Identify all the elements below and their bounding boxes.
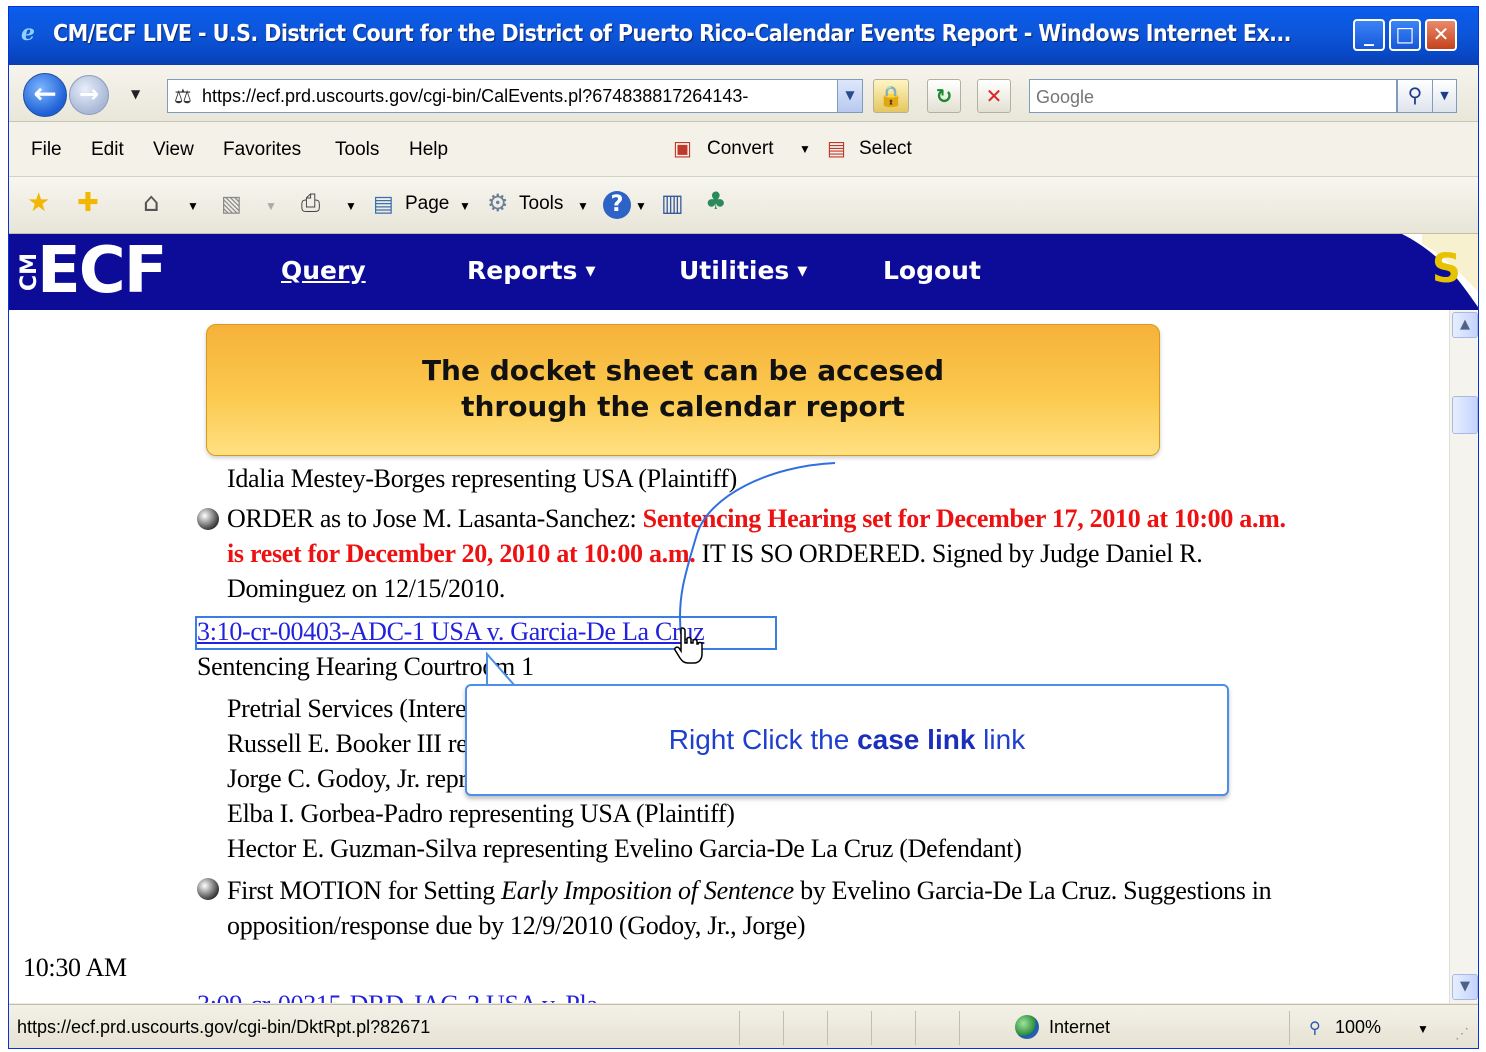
action-callout: Right Click the case link link bbox=[465, 684, 1229, 796]
forward-button[interactable]: → bbox=[69, 75, 109, 115]
url-dropdown-icon[interactable]: ▼ bbox=[837, 80, 862, 112]
security-zone: Internet bbox=[1049, 1017, 1111, 1037]
status-separator bbox=[739, 1011, 740, 1045]
action-suffix: link bbox=[975, 724, 1026, 755]
status-separator bbox=[783, 1011, 784, 1045]
ie-logo-icon: e bbox=[21, 20, 35, 46]
menu-help[interactable]: Help bbox=[409, 139, 448, 161]
lock-icon[interactable]: 🔒 bbox=[873, 79, 909, 113]
search-input[interactable] bbox=[1034, 81, 1368, 113]
page-menu[interactable]: Page bbox=[405, 193, 449, 215]
back-button[interactable]: ← bbox=[23, 73, 67, 117]
status-separator bbox=[915, 1011, 916, 1045]
print-dropdown-icon[interactable]: ▼ bbox=[345, 199, 357, 213]
search-box[interactable] bbox=[1029, 79, 1397, 113]
scales-favicon-icon: ⚖ bbox=[174, 84, 192, 108]
menu-view[interactable]: View bbox=[153, 139, 194, 161]
feeds-dropdown-icon[interactable]: ▼ bbox=[265, 199, 277, 213]
add-favorites-icon[interactable]: ✚ bbox=[77, 190, 99, 216]
action-prefix: Right Click the bbox=[668, 724, 858, 755]
menu-favorites[interactable]: Favorites bbox=[223, 139, 301, 161]
menu-bar: File Edit View Favorites Tools Help ▣ Co… bbox=[9, 122, 1478, 177]
status-bar: https://ecf.prd.uscourts.gov/cgi-bin/Dkt… bbox=[9, 1004, 1478, 1048]
home-icon[interactable]: ⌂ bbox=[143, 190, 160, 216]
convert-pdf-icon: ▣ bbox=[673, 136, 692, 160]
command-bar: ★ ✚ ⌂ ▼ ▧ ▼ ⎙ ▼ ▤ Page ▼ ⚙ Tools ▼ ? ▼ ▥… bbox=[9, 177, 1478, 234]
url-text: https://ecf.prd.uscourts.gov/cgi-bin/Cal… bbox=[202, 86, 749, 106]
refresh-button[interactable]: ↻ bbox=[927, 79, 961, 113]
scroll-up-arrow-icon[interactable]: ▲ bbox=[1452, 312, 1478, 338]
zoom-dropdown-icon[interactable]: ▼ bbox=[1417, 1022, 1429, 1036]
scroll-down-arrow-icon[interactable]: ▼ bbox=[1452, 974, 1478, 1000]
menu-tools[interactable]: Tools bbox=[335, 139, 379, 161]
menu-file[interactable]: File bbox=[31, 139, 62, 161]
url-field[interactable]: ⚖ https://ecf.prd.uscourts.gov/cgi-bin/C… bbox=[167, 79, 863, 113]
action-emphasis: case link bbox=[857, 724, 976, 755]
menu-edit[interactable]: Edit bbox=[91, 139, 124, 161]
title-bar: e CM/ECF LIVE - U.S. District Court for … bbox=[9, 7, 1478, 65]
convert-button[interactable]: Convert bbox=[707, 138, 774, 160]
window-title: CM/ECF LIVE - U.S. District Court for th… bbox=[53, 21, 1292, 47]
search-options-dropdown-icon[interactable]: ▼ bbox=[1433, 79, 1457, 113]
favorites-star-icon[interactable]: ★ bbox=[27, 190, 50, 216]
help-icon[interactable]: ? bbox=[603, 191, 631, 219]
tools-gear-icon: ⚙ bbox=[487, 189, 509, 217]
close-window-button[interactable]: ✕ bbox=[1425, 19, 1457, 51]
messenger-icon[interactable]: ♣ bbox=[705, 189, 727, 213]
minimize-button[interactable]: _ bbox=[1353, 19, 1385, 51]
recent-pages-dropdown-icon[interactable]: ▼ bbox=[131, 87, 140, 101]
status-separator bbox=[959, 1011, 960, 1045]
internet-globe-icon bbox=[1015, 1015, 1039, 1039]
research-icon[interactable]: ▥ bbox=[661, 191, 684, 215]
print-icon[interactable]: ⎙ bbox=[301, 191, 320, 215]
maximize-button[interactable]: □ bbox=[1389, 19, 1421, 51]
home-dropdown-icon[interactable]: ▼ bbox=[187, 199, 199, 213]
address-bar: ← → ▼ ⚖ https://ecf.prd.uscourts.gov/cgi… bbox=[9, 65, 1478, 122]
stop-button[interactable]: ✕ bbox=[977, 79, 1011, 113]
convert-dropdown-icon[interactable]: ▼ bbox=[799, 142, 811, 156]
select-pdf-icon: ▤ bbox=[827, 136, 846, 160]
resize-grip-icon[interactable]: ⋰ bbox=[1455, 1025, 1469, 1042]
page-content: CMECF Query Reports ▼ Utilities ▼ Logout S… bbox=[9, 234, 1478, 1003]
status-separator bbox=[827, 1011, 828, 1045]
page-dropdown-icon[interactable]: ▼ bbox=[459, 199, 471, 213]
tools-menu[interactable]: Tools bbox=[519, 193, 563, 215]
feeds-icon[interactable]: ▧ bbox=[221, 194, 242, 216]
select-button[interactable]: Select bbox=[859, 138, 912, 160]
search-icon[interactable]: ⚲ bbox=[1397, 79, 1433, 113]
vertical-scrollbar[interactable]: ▲ ▼ bbox=[1449, 310, 1478, 1003]
status-separator bbox=[1289, 1011, 1290, 1045]
status-url: https://ecf.prd.uscourts.gov/cgi-bin/Dkt… bbox=[17, 1017, 431, 1037]
tools-dropdown-icon[interactable]: ▼ bbox=[577, 199, 589, 213]
zoom-icon[interactable]: ⚲ bbox=[1309, 1018, 1321, 1038]
help-dropdown-icon[interactable]: ▼ bbox=[635, 199, 647, 213]
callout-arrow bbox=[486, 462, 836, 687]
hand-cursor-icon bbox=[674, 627, 703, 664]
action-text: Right Click the case link link bbox=[467, 724, 1227, 756]
zoom-level[interactable]: 100% bbox=[1335, 1017, 1381, 1038]
status-separator bbox=[871, 1011, 872, 1045]
browser-window: e CM/ECF LIVE - U.S. District Court for … bbox=[8, 6, 1479, 1049]
page-icon: ▤ bbox=[373, 192, 394, 217]
scroll-thumb[interactable] bbox=[1452, 396, 1478, 434]
